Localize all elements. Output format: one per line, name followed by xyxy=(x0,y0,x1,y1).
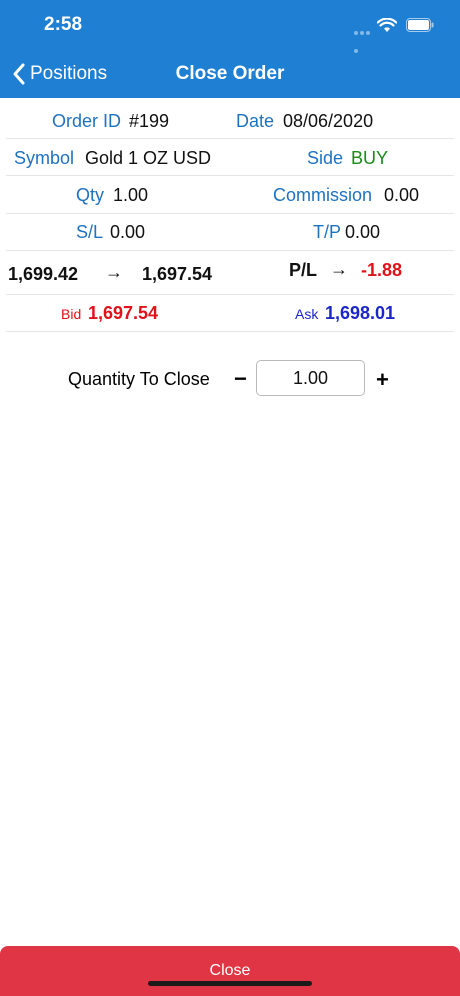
price-arrow-icon: → xyxy=(105,262,123,282)
symbol-label: Symbol xyxy=(14,148,75,168)
battery-icon xyxy=(406,18,434,32)
price-pl-row: 1,699.42 → 1,697.54 P/L → -1.88 xyxy=(6,251,454,295)
order-id-label: Order ID xyxy=(52,111,122,131)
side-value: BUY xyxy=(351,148,389,168)
qty-value: 1.00 xyxy=(113,185,149,205)
date-label: Date xyxy=(236,111,275,131)
order-id-value: #199 xyxy=(129,111,170,131)
pl-label: P/L xyxy=(289,260,318,280)
bid-value: 1,697.54 xyxy=(88,303,159,323)
symbol-row: Symbol Gold 1 OZ USD Side BUY xyxy=(6,139,454,176)
decrease-quantity-button[interactable]: − xyxy=(234,366,247,392)
ask-value: 1,698.01 xyxy=(325,303,396,323)
close-order-button[interactable]: Close xyxy=(0,946,460,996)
commission-label: Commission xyxy=(273,185,373,205)
order-id-row: Order ID #199 Date 08/06/2020 xyxy=(6,101,454,139)
date-value: 08/06/2020 xyxy=(283,111,374,131)
wifi-icon xyxy=(377,17,397,32)
quantity-to-close-label: Quantity To Close xyxy=(68,369,210,389)
tp-label: T/P xyxy=(313,222,342,242)
ask-label: Ask xyxy=(295,306,319,322)
commission-value: 0.00 xyxy=(384,185,420,205)
sl-value: 0.00 xyxy=(110,222,146,242)
page-title: Close Order xyxy=(175,63,285,84)
sl-tp-row: S/L 0.00 T/P 0.00 xyxy=(6,214,454,251)
qty-label: Qty xyxy=(76,185,105,205)
nav-bar: 2:58 Positions Close Order xyxy=(0,0,460,98)
tp-value: 0.00 xyxy=(345,222,381,242)
status-time: 2:58 xyxy=(44,14,83,35)
open-price: 1,699.42 xyxy=(8,264,79,284)
symbol-value: Gold 1 OZ USD xyxy=(85,148,212,168)
cellular-signal-icon xyxy=(354,22,376,53)
bid-ask-row: Bid 1,697.54 Ask 1,698.01 xyxy=(6,295,454,332)
sl-label: S/L xyxy=(76,222,104,242)
increase-quantity-button[interactable]: + xyxy=(376,367,389,393)
side-label: Side xyxy=(307,148,344,168)
qty-row: Qty 1.00 Commission 0.00 xyxy=(6,176,454,214)
quantity-input[interactable] xyxy=(256,360,365,396)
home-indicator xyxy=(148,981,312,986)
current-price: 1,697.54 xyxy=(142,264,213,284)
pl-value: -1.88 xyxy=(361,260,403,280)
pl-arrow-icon: → xyxy=(330,259,348,279)
bid-label: Bid xyxy=(61,306,82,322)
